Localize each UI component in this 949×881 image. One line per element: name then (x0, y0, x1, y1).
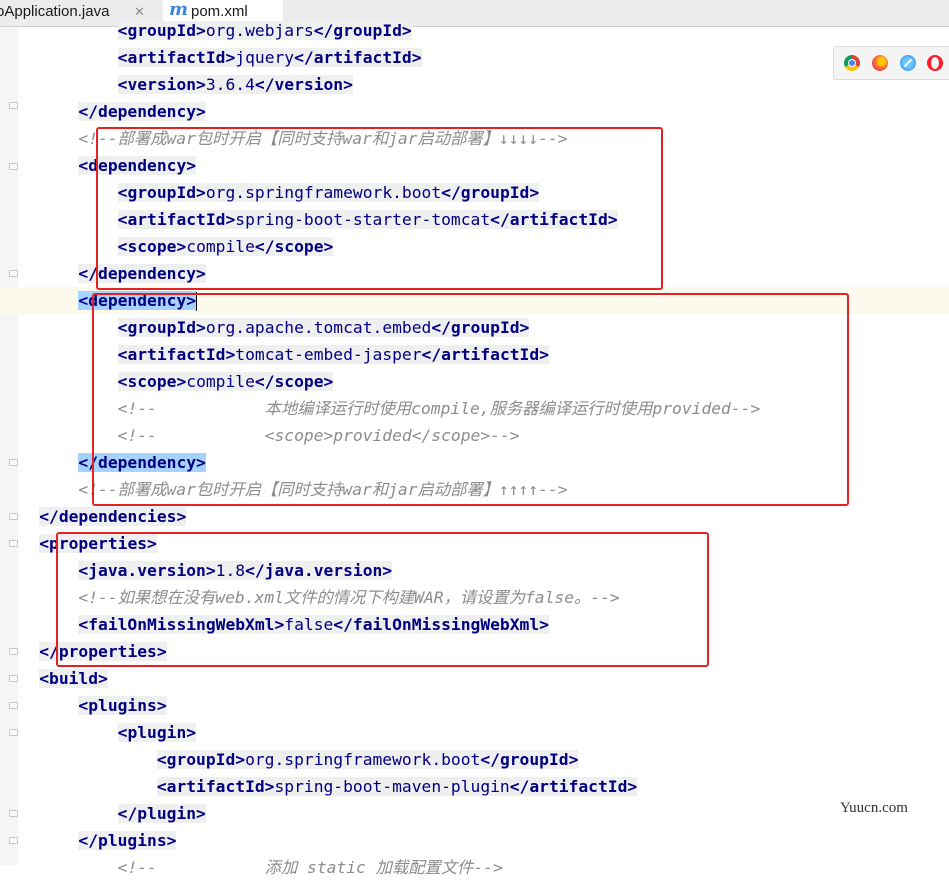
code-line: <version>3.6.4</version> (117, 75, 353, 94)
code-line: </plugin> (117, 804, 206, 823)
code-line: </plugins> (78, 831, 177, 850)
annotation-box-properties (56, 532, 709, 667)
code-line: <groupId>org.springframework.boot</group… (156, 750, 579, 769)
code-line: <plugins> (78, 696, 167, 715)
code-line: <artifactId>spring-boot-maven-plugin</ar… (156, 777, 638, 796)
code-line: <plugin> (117, 723, 197, 742)
code-line: <groupId>org.webjars</groupId> (117, 21, 412, 40)
code-line: </dependency> (78, 102, 206, 121)
watermark: Yuucn.com (840, 800, 908, 816)
opera-icon[interactable] (927, 55, 943, 71)
chrome-icon[interactable] (844, 55, 860, 71)
annotation-box-jasper (92, 293, 849, 506)
firefox-icon[interactable] (872, 55, 888, 71)
code-line: <build> (39, 669, 108, 688)
code-line: </dependencies> (39, 507, 187, 526)
annotation-box-tomcat-starter (96, 127, 663, 290)
browser-preview-toolbar (833, 46, 949, 80)
code-line: <artifactId>jquery</artifactId> (117, 48, 422, 67)
code-comment: <!-- 添加 static 加载配置文件--> (117, 858, 503, 877)
safari-icon[interactable] (900, 55, 916, 71)
